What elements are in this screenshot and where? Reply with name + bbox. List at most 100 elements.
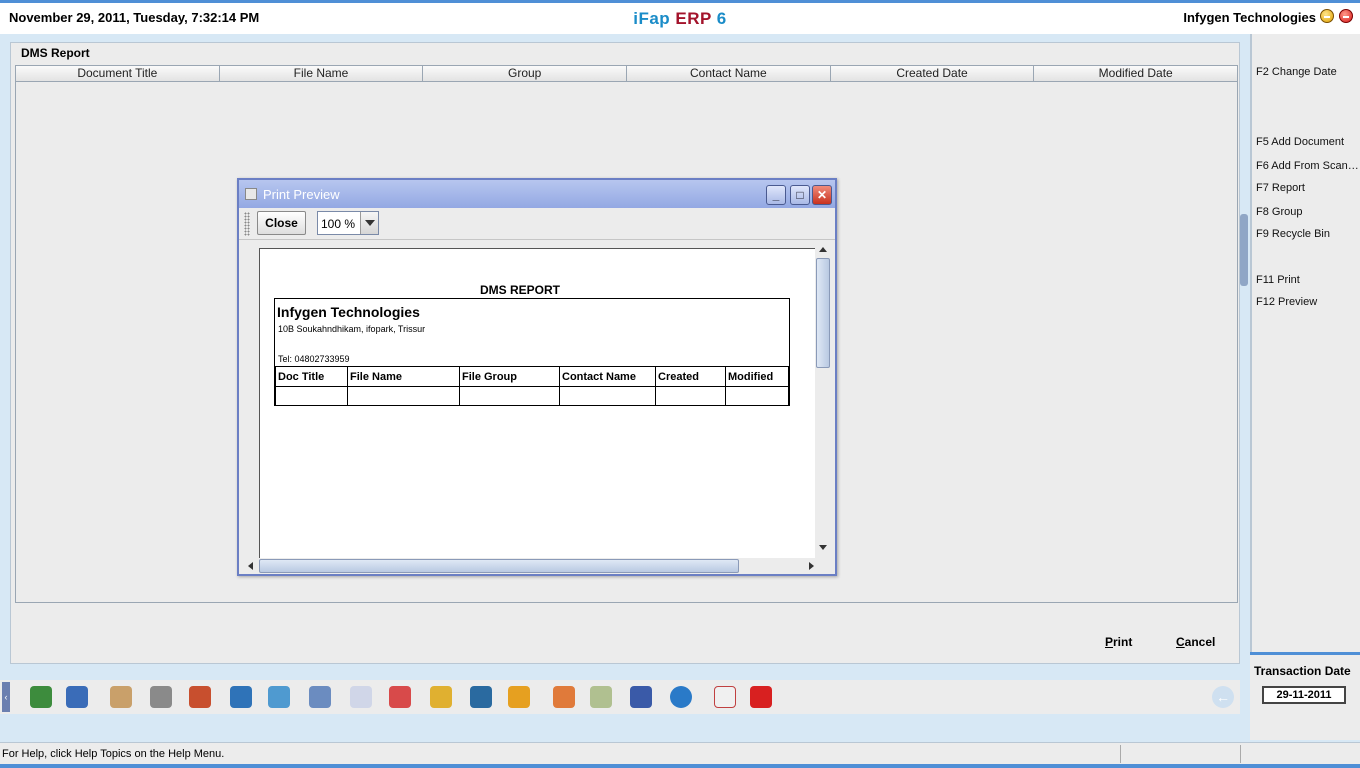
column-contact-name[interactable]: Contact Name: [627, 66, 831, 81]
menu-recycle-bin[interactable]: F9 Recycle Bin: [1256, 228, 1360, 240]
document-icon[interactable]: [350, 686, 372, 708]
preview-page: DMS REPORT Infygen Technologies 10B Souk…: [259, 248, 819, 558]
status-divider: [1120, 745, 1121, 763]
scroll-left-icon[interactable]: [245, 560, 257, 572]
print-preview-dialog: Print Preview _ □ ✕ Close 100 % DMS REPO…: [237, 178, 837, 576]
stamp-icon[interactable]: [389, 686, 411, 708]
transaction-date-field[interactable]: 29-11-2011: [1262, 686, 1346, 704]
cancel-button[interactable]: Cancel: [1176, 635, 1215, 649]
horizontal-scrollbar[interactable]: [243, 558, 831, 574]
report-cell: [725, 386, 789, 406]
dialog-title-bar[interactable]: Print Preview _ □ ✕: [239, 180, 835, 208]
status-divider: [1240, 745, 1241, 763]
title-bar: November 29, 2011, Tuesday, 7:32:14 PM i…: [0, 0, 1360, 34]
scroll-up-icon[interactable]: [817, 244, 829, 256]
clock-icon[interactable]: [553, 686, 575, 708]
calendar-icon[interactable]: [714, 686, 736, 708]
app-title-erp: ERP: [675, 9, 712, 28]
menu-add-from-scanner[interactable]: F6 Add From Scanner: [1256, 160, 1360, 172]
chevron-down-icon[interactable]: [360, 212, 378, 234]
company-name: Infygen Technologies: [1183, 10, 1316, 25]
report-col-contact-name: Contact Name: [559, 366, 656, 387]
cart-icon[interactable]: [230, 686, 252, 708]
close-icon[interactable]: [1339, 9, 1353, 23]
menu-group[interactable]: F8 Group: [1256, 206, 1360, 218]
report-table-preview: Doc Title File Name File Group Contact N…: [275, 366, 789, 406]
report-col-file-name: File Name: [347, 366, 460, 387]
dialog-minimize-button[interactable]: _: [766, 185, 786, 205]
bottom-strip: [0, 764, 1360, 768]
vertical-scrollbar[interactable]: [815, 242, 831, 558]
side-panel-handle[interactable]: [1240, 214, 1248, 286]
column-modified-date[interactable]: Modified Date: [1034, 66, 1237, 81]
side-menu: F2 Change Date F5 Add Document F6 Add Fr…: [1250, 34, 1360, 652]
column-group[interactable]: Group: [423, 66, 628, 81]
app-title-version: 6: [711, 9, 727, 28]
settings-icon[interactable]: [670, 686, 692, 708]
folder-icon[interactable]: [508, 686, 530, 708]
toolbar-grip[interactable]: [244, 212, 250, 236]
vertical-scroll-thumb[interactable]: [816, 258, 830, 368]
panel-title: DMS Report: [21, 46, 90, 60]
scroll-down-icon[interactable]: [817, 542, 829, 554]
minimize-icon[interactable]: [1320, 9, 1334, 23]
report-cell: [275, 386, 348, 406]
transaction-date-panel: Transaction Date 29-11-2011: [1250, 652, 1360, 740]
status-bar: For Help, click Help Topics on the Help …: [0, 742, 1360, 764]
column-created-date[interactable]: Created Date: [831, 66, 1035, 81]
save-icon[interactable]: [630, 686, 652, 708]
zoom-value: 100 %: [321, 217, 356, 231]
transaction-date-label: Transaction Date: [1254, 664, 1351, 678]
report-header-row: Doc Title File Name File Group Contact N…: [275, 366, 789, 387]
toolbar-collapse-handle[interactable]: ‹: [2, 682, 10, 712]
app-title-ifap: iFap: [633, 9, 676, 28]
inventory-icon[interactable]: [30, 686, 52, 708]
print-button[interactable]: Print: [1105, 635, 1132, 649]
dialog-maximize-button[interactable]: □: [790, 185, 810, 205]
report-address: 10B Soukahndhikam, ifopark, Trissur: [278, 324, 426, 334]
bottom-toolbar: ‹ ←: [0, 680, 1240, 714]
report-cell: [559, 386, 656, 406]
dialog-title: Print Preview: [263, 187, 340, 202]
report-cell: [459, 386, 560, 406]
horizontal-scroll-thumb[interactable]: [259, 559, 739, 573]
java-icon: [245, 188, 257, 200]
dialog-close-icon[interactable]: ✕: [812, 185, 832, 205]
network-icon[interactable]: [150, 686, 172, 708]
report-cell: [347, 386, 460, 406]
report-col-created: Created: [655, 366, 726, 387]
menu-preview[interactable]: F12 Preview: [1256, 296, 1360, 308]
preview-viewport: DMS REPORT Infygen Technologies 10B Souk…: [243, 242, 831, 558]
preview-close-button[interactable]: Close: [257, 211, 306, 235]
report-col-modified: Modified: [725, 366, 789, 387]
back-arrow-icon[interactable]: ←: [1212, 686, 1234, 708]
preview-toolbar: Close 100 %: [239, 208, 835, 240]
user-icon[interactable]: [66, 686, 88, 708]
share-icon[interactable]: [470, 686, 492, 708]
report-col-doc-title: Doc Title: [275, 366, 348, 387]
exit-icon[interactable]: [750, 686, 772, 708]
column-document-title[interactable]: Document Title: [16, 66, 220, 81]
table-header: Document Title File Name Group Contact N…: [16, 66, 1237, 82]
report-empty-row: [275, 386, 789, 406]
menu-report[interactable]: F7 Report: [1256, 182, 1360, 194]
books-icon[interactable]: [189, 686, 211, 708]
calculator-icon[interactable]: [590, 686, 612, 708]
transfer-icon[interactable]: [268, 686, 290, 708]
tree-icon[interactable]: [430, 686, 452, 708]
menu-print[interactable]: F11 Print: [1256, 274, 1360, 286]
report-title: DMS REPORT: [479, 283, 560, 297]
report-company: Infygen Technologies: [277, 304, 420, 320]
menu-change-date[interactable]: F2 Change Date: [1256, 66, 1360, 78]
status-text: For Help, click Help Topics on the Help …: [2, 748, 225, 760]
app-title: iFap ERP 6: [0, 9, 1360, 29]
report-col-file-group: File Group: [459, 366, 560, 387]
report-tel: Tel: 04802733959: [278, 354, 350, 364]
column-file-name[interactable]: File Name: [220, 66, 424, 81]
zoom-select[interactable]: 100 %: [317, 211, 379, 235]
contacts-icon[interactable]: [110, 686, 132, 708]
scroll-right-icon[interactable]: [805, 560, 817, 572]
report-box: Infygen Technologies 10B Soukahndhikam, …: [274, 298, 790, 406]
menu-add-document[interactable]: F5 Add Document: [1256, 136, 1360, 148]
window-icon[interactable]: [309, 686, 331, 708]
